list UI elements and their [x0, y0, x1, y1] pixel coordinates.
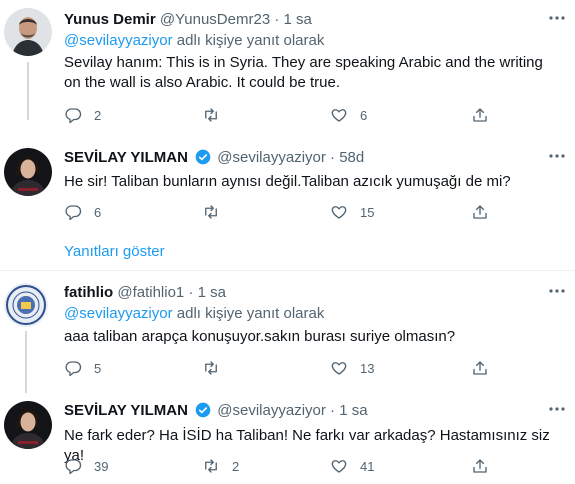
display-name[interactable]: SEVİLAY YILMAN	[64, 149, 188, 166]
share-button[interactable]	[471, 457, 489, 475]
reply-count: 5	[94, 360, 102, 376]
avatar-sevilay-yilman[interactable]	[4, 148, 52, 196]
like-button[interactable]: 6	[330, 106, 367, 124]
display-name[interactable]: SEVİLAY YILMAN	[64, 402, 188, 419]
avatar-sevilay-yilman[interactable]	[4, 401, 52, 449]
avatar-image	[4, 148, 52, 196]
like-button[interactable]: 13	[330, 359, 374, 377]
like-button[interactable]: 41	[330, 457, 374, 475]
reply-button[interactable]: 5	[64, 359, 101, 377]
reply-count: 6	[94, 204, 102, 220]
thread-line	[25, 331, 27, 393]
retweet-button[interactable]	[202, 359, 232, 377]
tweet-actions: 5 13	[64, 359, 524, 379]
retweet-icon	[205, 205, 217, 219]
retweet-count: 2	[232, 458, 240, 474]
share-icon	[473, 361, 487, 375]
retweet-button[interactable]	[202, 106, 232, 124]
tweet-actions: 2 6	[64, 106, 524, 126]
like-icon	[331, 206, 347, 219]
show-replies-link[interactable]: Yanıtları göster	[64, 242, 165, 262]
tweet-header: Yunus Demir @YunusDemr23 · 1 sa	[64, 10, 312, 30]
reply-button[interactable]: 2	[64, 106, 101, 124]
replying-to: @sevilayyaziyor adlı kişiye yanıt olarak	[64, 31, 324, 51]
replying-suffix: adlı kişiye yanıt olarak	[176, 32, 325, 49]
verified-badge-icon	[195, 402, 211, 418]
timestamp[interactable]: 1 sa	[284, 11, 312, 28]
avatar-image	[4, 283, 48, 327]
tweet-text: He sir! Taliban bunların aynısı değil.Ta…	[64, 173, 511, 190]
reply-icon	[65, 361, 82, 377]
like-icon	[331, 362, 347, 375]
share-button[interactable]	[471, 359, 489, 377]
handle[interactable]: @sevilayyaziyor	[217, 149, 326, 166]
like-count: 15	[360, 204, 375, 220]
retweet-icon	[205, 361, 217, 375]
like-count: 13	[360, 360, 375, 376]
verified-badge-icon	[195, 149, 211, 165]
tweet-header: fatihlio @fatihlio1 · 1 sa	[64, 283, 226, 303]
tweet-text: aaa taliban arapça konuşuyor.sakın buras…	[64, 328, 456, 345]
handle[interactable]: @sevilayyaziyor	[217, 402, 326, 419]
retweet-icon	[205, 108, 217, 122]
reply-button[interactable]: 6	[64, 203, 101, 221]
like-icon	[331, 460, 347, 473]
timestamp[interactable]: 1 sa	[198, 284, 226, 301]
thread-line	[27, 62, 29, 120]
share-icon	[473, 108, 487, 122]
reply-count: 2	[94, 107, 102, 123]
separator-dot: ·	[330, 402, 336, 419]
reply-icon	[65, 108, 82, 124]
tweet-actions: 6 15	[64, 203, 524, 223]
more-icon[interactable]	[547, 8, 567, 28]
retweet-icon	[205, 459, 217, 473]
timestamp[interactable]: 1 sa	[339, 402, 367, 419]
like-button[interactable]: 15	[330, 203, 374, 221]
tweet-actions: 39 2 41	[64, 457, 524, 477]
share-button[interactable]	[471, 203, 489, 221]
divider	[0, 270, 575, 271]
retweet-button[interactable]: 2	[202, 457, 239, 475]
reply-icon	[65, 459, 82, 475]
avatar-image	[4, 401, 52, 449]
reply-count: 39	[94, 458, 109, 474]
avatar-fatihlio[interactable]	[4, 283, 48, 327]
share-button[interactable]	[471, 106, 489, 124]
handle[interactable]: @YunusDemr23	[160, 11, 270, 28]
replying-suffix: adlı kişiye yanıt olarak	[176, 305, 325, 322]
separator-dot: ·	[188, 284, 194, 301]
display-name[interactable]: Yunus Demir	[64, 11, 156, 28]
more-icon[interactable]	[547, 146, 567, 166]
avatar-yunus-demir[interactable]	[4, 8, 52, 56]
timestamp[interactable]: 58d	[339, 149, 364, 166]
like-icon	[331, 109, 347, 122]
tweet-header: SEVİLAY YILMAN @sevilayyaziyor · 1 sa	[64, 401, 368, 421]
handle[interactable]: @fatihlio1	[117, 284, 184, 301]
tweet-header: SEVİLAY YILMAN @sevilayyaziyor · 58d	[64, 148, 364, 168]
replying-to: @sevilayyaziyor adlı kişiye yanıt olarak	[64, 304, 324, 324]
display-name[interactable]: fatihlio	[64, 284, 113, 301]
tweet-text: Sevilay hanım: This is in Syria. They ar…	[64, 54, 543, 91]
reply-button[interactable]: 39	[64, 457, 108, 475]
retweet-button[interactable]	[202, 203, 232, 221]
like-count: 41	[360, 458, 375, 474]
separator-dot: ·	[330, 149, 336, 166]
separator-dot: ·	[274, 11, 280, 28]
reply-icon	[65, 205, 82, 221]
more-icon[interactable]	[547, 399, 567, 419]
share-icon	[473, 205, 487, 219]
share-icon	[473, 459, 487, 473]
mention-link[interactable]: @sevilayyaziyor	[64, 305, 173, 322]
mention-link[interactable]: @sevilayyaziyor	[64, 32, 173, 49]
avatar-image	[4, 8, 52, 56]
more-icon[interactable]	[547, 281, 567, 301]
like-count: 6	[360, 107, 368, 123]
